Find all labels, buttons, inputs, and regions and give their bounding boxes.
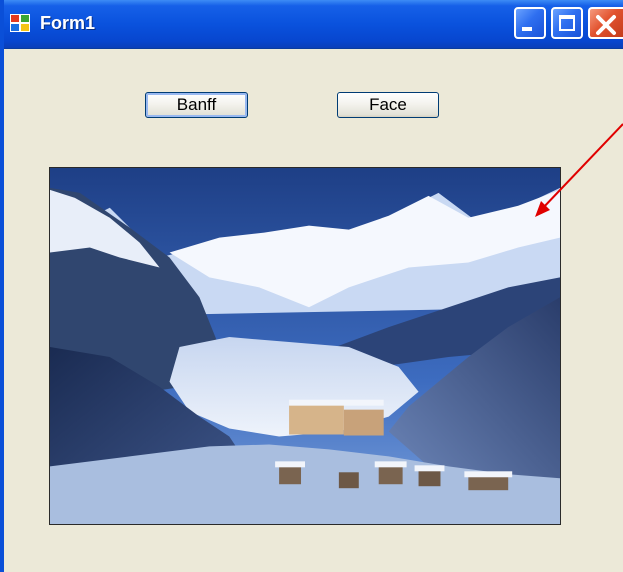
form1-window: Form1 Banff Face [0,0,623,572]
window-title: Form1 [40,13,96,33]
minimize-button[interactable] [514,7,546,39]
maximize-icon [559,15,575,31]
close-icon [596,15,616,35]
app-icon[interactable] [10,14,30,32]
landscape-image [50,168,560,524]
picture-box [49,167,561,525]
maximize-button[interactable] [551,7,583,39]
title-bar[interactable]: Form1 [4,0,623,49]
face-button[interactable]: Face [337,92,439,118]
banff-button[interactable]: Banff [145,92,248,118]
minimize-icon [522,27,532,31]
close-button[interactable] [588,7,623,39]
